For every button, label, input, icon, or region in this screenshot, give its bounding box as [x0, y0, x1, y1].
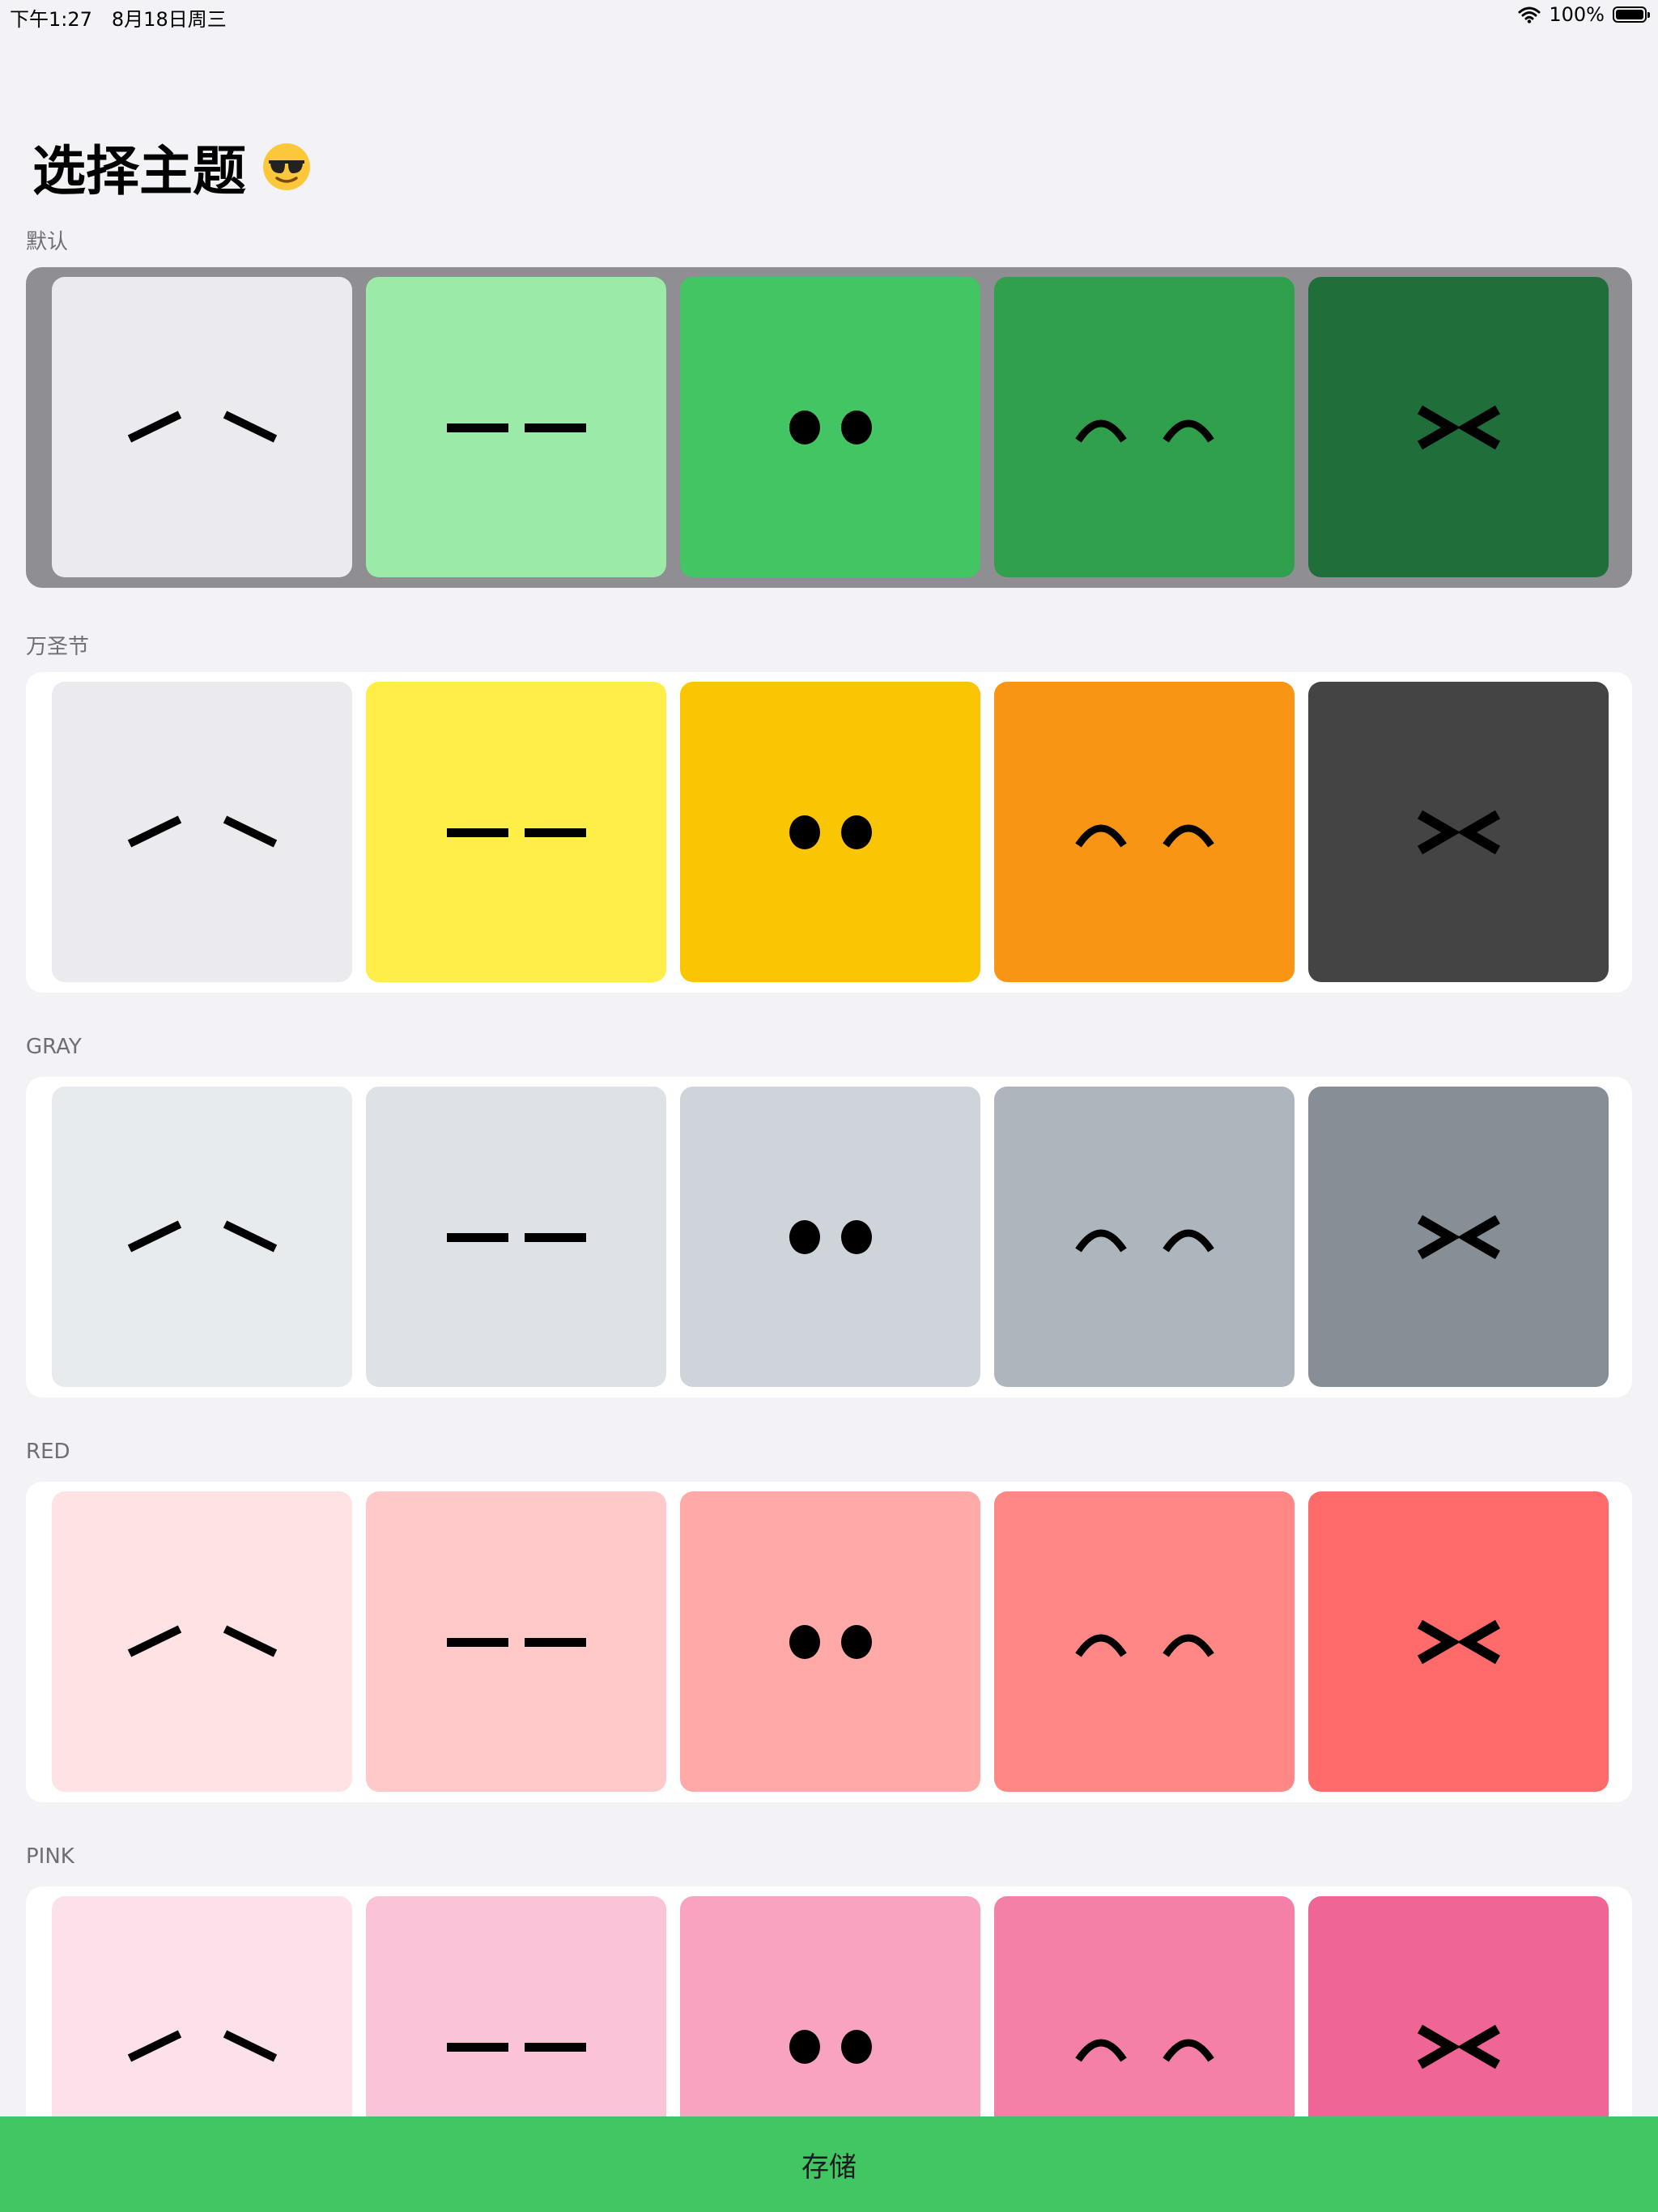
status-right: 100% — [1518, 3, 1650, 26]
theme-swatch-1 — [52, 1491, 352, 1792]
theme-swatch-5 — [1308, 1491, 1609, 1792]
save-button[interactable]: 存储 — [0, 2116, 1658, 2212]
squint-eyes-face-icon — [1417, 1619, 1500, 1664]
status-left: 下午1:27 8月18日周三 — [10, 3, 227, 32]
section-label-red: RED — [26, 1440, 70, 1464]
theme-swatch-4 — [994, 1087, 1295, 1387]
page-header: 选择主题 — [32, 128, 312, 206]
flat-eyes-face-icon — [446, 1637, 586, 1647]
arc-eyes-face-icon — [1074, 419, 1214, 443]
theme-swatch-3 — [680, 277, 980, 577]
theme-swatch-4 — [994, 682, 1295, 982]
theme-card-default[interactable] — [26, 267, 1632, 588]
section-label-gray: GRAY — [26, 1035, 82, 1059]
flat-eyes-face-icon — [446, 1232, 586, 1242]
slant-eyes-face-icon — [127, 1219, 277, 1253]
theme-swatch-3 — [680, 1491, 980, 1792]
theme-swatch-2 — [366, 1491, 666, 1792]
theme-swatch-5 — [1308, 1087, 1609, 1387]
wifi-icon — [1518, 6, 1541, 23]
theme-swatch-1 — [52, 1087, 352, 1387]
battery-percent: 100% — [1549, 3, 1605, 26]
theme-swatch-4 — [994, 277, 1295, 577]
theme-swatch-3 — [680, 682, 980, 982]
section-label-pink: PINK — [26, 1844, 74, 1869]
theme-swatch-2 — [366, 1087, 666, 1387]
dot-eyes-face-icon — [789, 815, 872, 849]
squint-eyes-face-icon — [1417, 405, 1500, 449]
page-title: 选择主题 — [32, 140, 246, 202]
squint-eyes-face-icon — [1417, 810, 1500, 854]
theme-swatch-5 — [1308, 277, 1609, 577]
theme-swatch-1 — [52, 682, 352, 982]
status-bar: 下午1:27 8月18日周三 100% — [0, 0, 1658, 32]
section-label-default: 默认 — [26, 230, 69, 254]
slant-eyes-face-icon — [127, 815, 277, 848]
dot-eyes-face-icon — [789, 410, 872, 445]
theme-swatch-2 — [366, 682, 666, 982]
theme-card-halloween[interactable] — [26, 672, 1632, 993]
theme-card-red[interactable] — [26, 1482, 1632, 1802]
squint-eyes-face-icon — [1417, 1214, 1500, 1259]
save-button-label: 存储 — [801, 2150, 857, 2184]
arc-eyes-face-icon — [1074, 824, 1214, 848]
theme-swatch-5 — [1308, 682, 1609, 982]
theme-swatch-4 — [994, 1491, 1295, 1792]
flat-eyes-face-icon — [446, 423, 586, 432]
smiling-face-with-sunglasses-icon — [263, 143, 310, 190]
squint-eyes-face-icon — [1417, 2024, 1500, 2069]
theme-card-gray[interactable] — [26, 1077, 1632, 1397]
arc-eyes-face-icon — [1074, 2039, 1214, 2062]
arc-eyes-face-icon — [1074, 1229, 1214, 1253]
status-time: 下午1:27 — [10, 8, 92, 31]
theme-swatch-1 — [52, 277, 352, 577]
theme-swatch-3 — [680, 1087, 980, 1387]
dot-eyes-face-icon — [789, 1624, 872, 1659]
slant-eyes-face-icon — [127, 1624, 277, 1657]
battery-icon — [1613, 6, 1650, 23]
section-label-halloween: 万圣节 — [26, 635, 90, 659]
theme-swatch-2 — [366, 277, 666, 577]
slant-eyes-face-icon — [127, 410, 277, 443]
dot-eyes-face-icon — [789, 1219, 872, 1254]
status-date: 8月18日周三 — [111, 8, 227, 31]
dot-eyes-face-icon — [789, 2029, 872, 2064]
arc-eyes-face-icon — [1074, 1634, 1214, 1657]
flat-eyes-face-icon — [446, 827, 586, 837]
battery-level-fill — [1616, 10, 1643, 19]
slant-eyes-face-icon — [127, 2029, 277, 2062]
flat-eyes-face-icon — [446, 2042, 586, 2052]
